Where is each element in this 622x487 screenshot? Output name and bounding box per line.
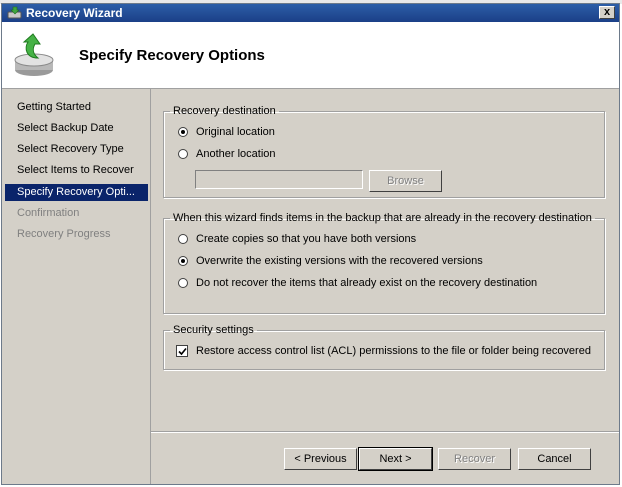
skip-existing-label: Do not recover the items that already ex… (196, 277, 538, 289)
nav-step-recovery-progress: Recovery Progress (17, 228, 111, 240)
conflict-handling-legend: When this wizard finds items in the back… (173, 212, 592, 224)
nav-step-getting-started[interactable]: Getting Started (5, 99, 148, 116)
page-title: Specify Recovery Options (79, 47, 265, 64)
backup-restore-icon (12, 32, 60, 80)
wizard-content: Recovery destination Original location A… (151, 89, 619, 484)
nav-step-select-items[interactable]: Select Items to Recover (5, 162, 148, 179)
nav-step-select-recovery-type[interactable]: Select Recovery Type (5, 141, 148, 158)
security-settings-legend: Security settings (173, 324, 254, 336)
restore-acl-checkbox[interactable] (176, 345, 188, 357)
recover-button[interactable]: Recover (438, 448, 511, 470)
another-location-option[interactable]: Another location (178, 148, 276, 160)
checkmark-icon (177, 347, 187, 355)
restore-acl-label: Restore access control list (ACL) permis… (196, 345, 591, 357)
restore-acl-option[interactable]: Restore access control list (ACL) permis… (176, 345, 591, 357)
location-path-input[interactable] (195, 170, 363, 189)
window-title: Recovery Wizard (26, 6, 123, 20)
title-bar[interactable]: Recovery Wizard x (2, 4, 619, 22)
nav-step-select-backup-date[interactable]: Select Backup Date (5, 120, 148, 137)
close-button[interactable]: x (599, 6, 615, 19)
skip-existing-option[interactable]: Do not recover the items that already ex… (178, 277, 537, 289)
create-copies-label: Create copies so that you have both vers… (196, 233, 417, 245)
original-location-label: Original location (196, 126, 275, 138)
create-copies-option[interactable]: Create copies so that you have both vers… (178, 233, 416, 245)
recovery-wizard-window: Recovery Wizard x Specify Recovery Optio… (1, 3, 620, 485)
next-button[interactable]: Next > (358, 447, 433, 471)
another-location-label: Another location (196, 148, 276, 160)
skip-existing-radio[interactable] (178, 278, 188, 288)
recovery-destination-legend: Recovery destination (173, 105, 276, 117)
nav-step-specify-options[interactable]: Specify Recovery Opti... (5, 184, 148, 201)
nav-step-confirmation: Confirmation (17, 207, 80, 219)
wizard-steps-nav: Getting Started Select Backup Date Selec… (2, 89, 151, 484)
overwrite-option[interactable]: Overwrite the existing versions with the… (178, 255, 483, 267)
previous-button[interactable]: < Previous (284, 448, 357, 470)
create-copies-radio[interactable] (178, 234, 188, 244)
button-area-divider (151, 431, 619, 433)
wizard-app-icon (7, 6, 23, 20)
original-location-option[interactable]: Original location (178, 126, 275, 138)
another-location-radio[interactable] (178, 149, 188, 159)
browse-button[interactable]: Browse (369, 170, 442, 192)
overwrite-label: Overwrite the existing versions with the… (196, 255, 483, 267)
original-location-radio[interactable] (178, 127, 188, 137)
cancel-button[interactable]: Cancel (518, 448, 591, 470)
wizard-header: Specify Recovery Options (2, 22, 619, 89)
overwrite-radio[interactable] (178, 256, 188, 266)
